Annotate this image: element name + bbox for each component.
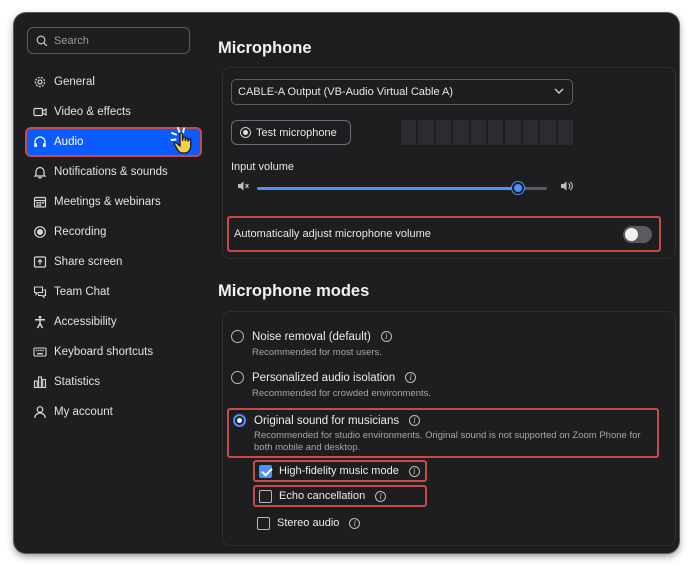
calendar-icon xyxy=(33,196,47,208)
info-icon[interactable]: i xyxy=(375,490,387,502)
auto-adjust-toggle[interactable] xyxy=(623,226,652,243)
chat-icon xyxy=(33,286,47,299)
sidebar-item-label: Statistics xyxy=(54,376,101,388)
slider-fill xyxy=(257,187,518,190)
info-icon[interactable]: i xyxy=(408,465,420,477)
volume-mute-icon xyxy=(238,181,249,191)
bell-icon xyxy=(33,166,47,179)
info-icon[interactable]: i xyxy=(349,517,361,529)
slider-thumb[interactable] xyxy=(512,182,524,194)
mode-original-sound: Original sound for musicians i Recommend… xyxy=(227,408,659,458)
info-icon[interactable]: i xyxy=(380,331,392,342)
keyboard-icon xyxy=(33,347,47,357)
microphone-device-value: CABLE-A Output (VB-Audio Virtual Cable A… xyxy=(238,86,454,98)
main-panel: Microphone CABLE-A Output (VB-Audio Virt… xyxy=(204,13,679,553)
microphone-card: CABLE-A Output (VB-Audio Virtual Cable A… xyxy=(222,67,676,259)
user-icon xyxy=(34,406,46,419)
sidebar-item-statistics[interactable]: Statistics xyxy=(27,369,200,395)
noise-removal-radio[interactable] xyxy=(231,330,244,343)
microphone-modes-card: Noise removal (default) i Recommended fo… xyxy=(222,311,676,546)
level-segment xyxy=(418,120,434,145)
sidebar-item-label: Keyboard shortcuts xyxy=(54,346,154,358)
echo-cancellation-label: Echo cancellation xyxy=(279,490,366,502)
microphone-section-title: Microphone xyxy=(218,39,312,57)
stereo-audio-checkbox[interactable] xyxy=(257,516,270,530)
bar-chart-icon xyxy=(33,376,47,389)
echo-cancellation-row: Echo cancellation i xyxy=(253,485,427,507)
mode-noise-removal: Noise removal (default) i Recommended fo… xyxy=(231,330,392,359)
level-segment xyxy=(488,120,504,145)
auto-adjust-label: Automatically adjust microphone volume xyxy=(234,228,431,240)
sidebar-item-label: Recording xyxy=(54,226,107,238)
accessibility-icon xyxy=(35,315,45,329)
personalized-isolation-label: Personalized audio isolation xyxy=(252,371,396,384)
level-segment xyxy=(540,120,556,145)
sidebar-item-my-account[interactable]: My account xyxy=(27,399,200,425)
sidebar-item-share-screen[interactable]: Share screen xyxy=(27,249,200,275)
volume-high-icon xyxy=(561,181,573,191)
search-icon xyxy=(36,35,48,46)
auto-adjust-volume-row: Automatically adjust microphone volume xyxy=(227,216,661,252)
search-box[interactable] xyxy=(27,27,190,54)
search-input[interactable] xyxy=(54,34,174,47)
input-level-meter xyxy=(401,120,574,145)
input-volume-label: Input volume xyxy=(231,161,294,173)
level-segment xyxy=(522,120,539,145)
sidebar-item-label: Share screen xyxy=(54,256,123,268)
input-volume-slider[interactable] xyxy=(257,182,547,194)
personalized-isolation-radio[interactable] xyxy=(231,371,244,384)
sidebar-item-label: Team Chat xyxy=(54,286,110,298)
video-camera-icon xyxy=(33,107,47,117)
sidebar-item-label: General xyxy=(54,76,95,88)
level-segment xyxy=(557,120,574,145)
gear-icon xyxy=(34,76,46,88)
high-fidelity-row: High-fidelity music mode i xyxy=(253,460,427,482)
microphone-device-select[interactable]: CABLE-A Output (VB-Audio Virtual Cable A… xyxy=(231,79,573,105)
noise-removal-desc: Recommended for most users. xyxy=(252,347,382,358)
sidebar-item-label: My account xyxy=(54,406,113,418)
level-segment xyxy=(470,120,487,145)
original-sound-desc: Recommended for studio environments. Ori… xyxy=(254,430,641,453)
high-fidelity-label: High-fidelity music mode xyxy=(279,465,399,477)
sidebar-item-notifications[interactable]: Notifications & sounds xyxy=(27,159,200,185)
sidebar-item-team-chat[interactable]: Team Chat xyxy=(27,279,200,305)
sidebar-item-label: Accessibility xyxy=(54,316,117,328)
level-segment xyxy=(505,120,521,145)
sidebar-item-label: Notifications & sounds xyxy=(54,166,168,178)
mode-personalized-isolation: Personalized audio isolation i Recommend… xyxy=(231,371,431,400)
microphone-modes-title: Microphone modes xyxy=(218,282,370,300)
sidebar-item-recording[interactable]: Recording xyxy=(27,219,200,245)
sidebar-item-meetings[interactable]: Meetings & webinars xyxy=(27,189,200,215)
original-sound-label: Original sound for musicians xyxy=(254,414,400,427)
sidebar-item-label: Video & effects xyxy=(54,106,131,118)
hand-cursor-icon xyxy=(170,127,192,154)
share-screen-icon xyxy=(33,256,47,268)
test-microphone-button[interactable]: Test microphone xyxy=(231,120,351,145)
original-sound-radio[interactable] xyxy=(233,414,246,427)
sidebar: General Video & effects Audio Notificati… xyxy=(14,13,204,553)
info-icon[interactable]: i xyxy=(405,372,417,383)
sidebar-item-video-effects[interactable]: Video & effects xyxy=(27,99,200,125)
settings-window: General Video & effects Audio Notificati… xyxy=(14,13,679,553)
chevron-down-icon xyxy=(554,88,564,94)
headphones-icon xyxy=(34,136,46,147)
test-microphone-label: Test microphone xyxy=(256,126,337,139)
level-segment xyxy=(453,120,469,145)
record-dot-icon xyxy=(240,127,251,138)
echo-cancellation-checkbox[interactable] xyxy=(259,489,272,503)
sidebar-item-label: Audio xyxy=(54,136,84,148)
noise-removal-label: Noise removal (default) xyxy=(252,330,371,343)
high-fidelity-checkbox[interactable] xyxy=(259,464,272,478)
stereo-audio-row: Stereo audio i xyxy=(253,512,427,534)
info-icon[interactable]: i xyxy=(409,415,421,426)
stereo-audio-label: Stereo audio xyxy=(277,517,340,529)
sidebar-item-label: Meetings & webinars xyxy=(54,196,161,208)
personalized-isolation-desc: Recommended for crowded environments. xyxy=(252,388,432,399)
level-segment xyxy=(401,120,417,145)
sidebar-item-accessibility[interactable]: Accessibility xyxy=(27,309,200,335)
record-icon xyxy=(34,226,46,238)
level-segment xyxy=(435,120,452,145)
sidebar-item-keyboard-shortcuts[interactable]: Keyboard shortcuts xyxy=(27,339,200,365)
sidebar-item-general[interactable]: General xyxy=(27,69,200,95)
